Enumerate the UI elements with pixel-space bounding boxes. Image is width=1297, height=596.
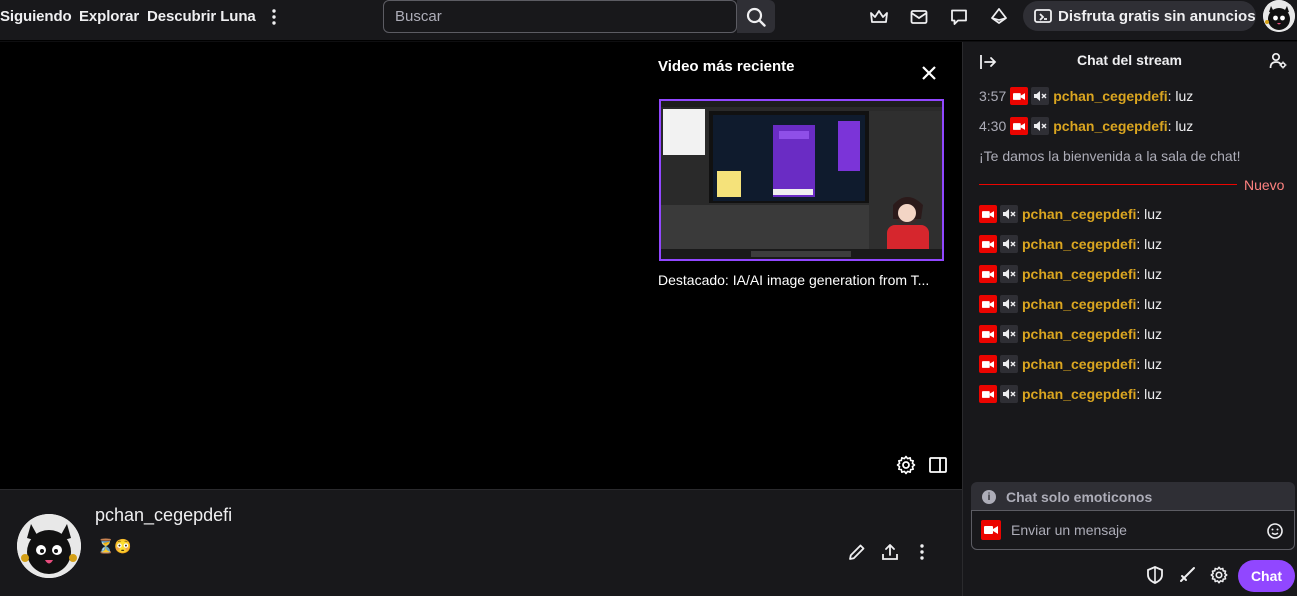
search-button[interactable] (737, 0, 775, 33)
chat-username[interactable]: pchan_cegepdefi (1022, 326, 1136, 342)
chat-username[interactable]: pchan_cegepdefi (1022, 386, 1136, 402)
chat-message: pchan_cegepdefi: luz (979, 324, 1162, 344)
emote-only-label: Chat solo emoticonos (1006, 489, 1153, 505)
ad-free-icon (1034, 8, 1052, 24)
mute-icon[interactable] (1000, 385, 1018, 403)
camera-icon[interactable] (979, 265, 997, 283)
bits-icon[interactable] (987, 5, 1011, 29)
chat-username[interactable]: pchan_cegepdefi (1022, 236, 1136, 252)
camera-icon[interactable] (979, 385, 997, 403)
community-icon[interactable] (1268, 51, 1288, 71)
inbox-icon[interactable] (907, 5, 931, 29)
camera-icon[interactable] (1010, 87, 1029, 105)
mute-icon[interactable] (1000, 235, 1018, 253)
theatre-mode-icon[interactable] (927, 454, 949, 476)
message-timestamp: 4:30 (979, 118, 1007, 134)
chat-message-text: : luz (1136, 386, 1163, 402)
sword-icon[interactable] (1176, 564, 1198, 586)
recent-video-caption[interactable]: Destacado: IA/AI image generation from T… (658, 272, 948, 288)
message-timestamp: 3:57 (979, 88, 1007, 104)
search-input[interactable] (384, 1, 736, 32)
mute-icon[interactable] (1000, 205, 1018, 223)
mute-icon[interactable] (1000, 355, 1018, 373)
chat-username[interactable]: pchan_cegepdefi (1053, 88, 1167, 104)
mute-icon[interactable] (1031, 87, 1050, 105)
camera-icon[interactable] (979, 205, 997, 223)
search-box (383, 0, 737, 33)
nav-following[interactable]: Siguiendo (0, 8, 72, 25)
moderation-shield-icon[interactable] (1144, 564, 1166, 586)
chat-message: 3:57 pchan_cegepdefi: luz (979, 86, 1193, 106)
welcome-message: ¡Te damos la bienvenida a la sala de cha… (979, 148, 1241, 164)
more-vertical-icon[interactable] (262, 5, 286, 29)
chat-username[interactable]: pchan_cegepdefi (1022, 296, 1136, 312)
mute-icon[interactable] (1000, 265, 1018, 283)
whispers-icon[interactable] (947, 5, 971, 29)
close-icon[interactable] (918, 62, 940, 84)
settings-icon[interactable] (895, 454, 917, 476)
chat-username[interactable]: pchan_cegepdefi (1022, 356, 1136, 372)
new-messages-label: Nuevo (1244, 177, 1285, 193)
edit-icon[interactable] (846, 541, 868, 563)
recent-video-thumbnail[interactable] (659, 99, 944, 261)
crown-icon[interactable] (867, 5, 891, 29)
camera-icon[interactable] (979, 355, 997, 373)
emoji-icon[interactable] (1265, 521, 1285, 541)
search-icon (746, 7, 766, 27)
chat-input[interactable] (1004, 512, 1259, 548)
chat-message: 4:30 pchan_cegepdefi: luz (979, 116, 1193, 136)
chat-username[interactable]: pchan_cegepdefi (1022, 266, 1136, 282)
camera-icon[interactable] (979, 325, 997, 343)
chat-message: pchan_cegepdefi: luz (979, 294, 1162, 314)
mute-icon[interactable] (1000, 295, 1018, 313)
chat-message: pchan_cegepdefi: luz (979, 384, 1162, 404)
chat-message-text: : luz (1136, 356, 1163, 372)
chat-message: pchan_cegepdefi: luz (979, 204, 1162, 224)
chat-username[interactable]: pchan_cegepdefi (1053, 118, 1167, 134)
camera-icon (981, 520, 1001, 540)
settings-icon[interactable] (1208, 564, 1230, 586)
emote-only-banner: i Chat solo emoticonos (971, 482, 1295, 512)
chat-message: pchan_cegepdefi: luz (979, 264, 1162, 284)
mute-icon[interactable] (1000, 325, 1018, 343)
mute-icon[interactable] (1031, 117, 1050, 135)
chat-title: Chat del stream (1076, 52, 1183, 68)
chat-username[interactable]: pchan_cegepdefi (1022, 206, 1136, 222)
chat-send-button[interactable]: Chat (1238, 560, 1295, 592)
ad-free-promo-button[interactable]: Disfruta gratis sin anuncios (1023, 1, 1256, 31)
chat-message: pchan_cegepdefi: luz (979, 234, 1162, 254)
camera-icon[interactable] (979, 295, 997, 313)
promo-label: Disfruta gratis sin anuncios (1058, 7, 1256, 25)
camera-icon[interactable] (1010, 117, 1029, 135)
user-menu-avatar[interactable] (1263, 0, 1295, 32)
more-vertical-icon[interactable] (911, 541, 933, 563)
nav-luna[interactable]: Descubrir Luna (147, 8, 256, 25)
chat-message-text: : luz (1167, 88, 1194, 104)
chat-message-text: : luz (1136, 236, 1163, 252)
chat-message-text: : luz (1136, 266, 1163, 282)
channel-status-emotes: ⏳😳 (97, 538, 132, 554)
camera-icon[interactable] (979, 235, 997, 253)
info-icon: i (982, 490, 996, 504)
share-icon[interactable] (879, 541, 901, 563)
chat-message-text: : luz (1136, 206, 1163, 222)
nav-browse[interactable]: Explorar (79, 8, 139, 25)
channel-avatar[interactable] (17, 514, 81, 578)
recent-video-title: Video más reciente (658, 58, 795, 75)
chat-message-text: : luz (1136, 326, 1163, 342)
chat-message-text: : luz (1136, 296, 1163, 312)
chat-message-text: : luz (1167, 118, 1194, 134)
new-messages-divider (979, 184, 1237, 185)
channel-name[interactable]: pchan_cegepdefi (95, 505, 232, 526)
chat-message: pchan_cegepdefi: luz (979, 354, 1162, 374)
